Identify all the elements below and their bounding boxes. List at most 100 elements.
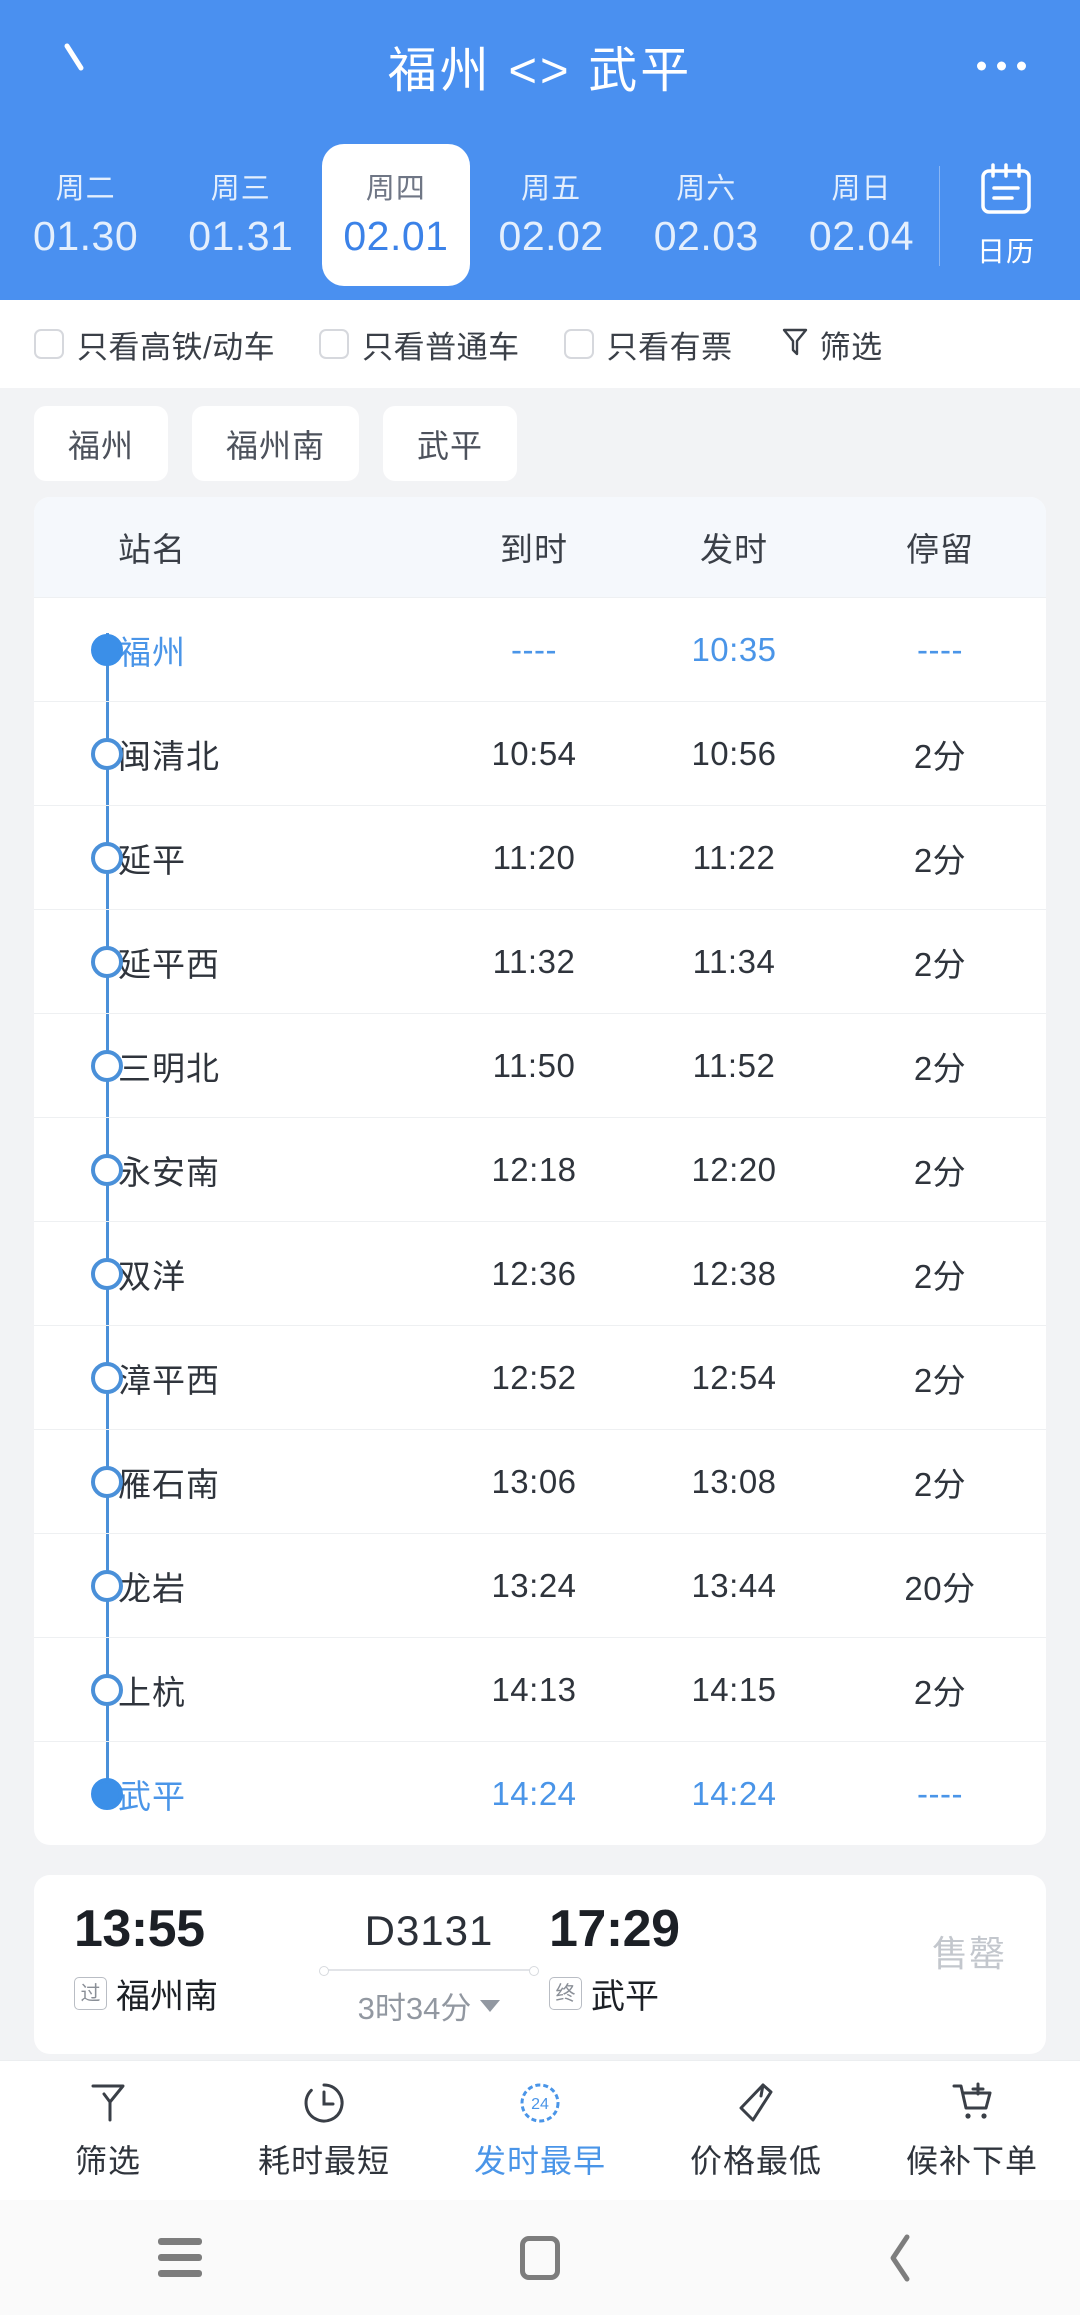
row-departure: 11:52 <box>692 1046 776 1084</box>
table-row[interactable]: 上杭 14:13 14:15 2分 <box>34 1637 1046 1741</box>
checkbox-label: 只看有票 <box>606 329 733 365</box>
station-chip-2[interactable]: 武平 <box>383 406 518 481</box>
table-row[interactable]: 三明北 11:50 11:52 2分 <box>34 1013 1046 1117</box>
checkbox-normal-train[interactable]: 只看普通车 <box>319 322 520 367</box>
calendar-button[interactable]: 日历 <box>940 132 1072 300</box>
row-station-cell: 延平 <box>34 834 434 882</box>
date-tab-1[interactable]: 周三 01.31 <box>167 144 314 286</box>
station-dot-icon <box>91 1777 123 1810</box>
arrival-station-row: 终 武平 <box>549 1969 784 2018</box>
date-tab-weekday: 周六 <box>676 173 737 206</box>
row-arrival: 11:20 <box>492 838 576 876</box>
row-arrival: 12:52 <box>491 1358 577 1396</box>
bottom-toolbar: 筛选 耗时最短 24 发时最早 价格最低 候补下单 <box>0 2060 1080 2200</box>
funnel-icon <box>88 2079 128 2127</box>
row-departure: 13:44 <box>691 1566 777 1604</box>
row-arrival: 12:36 <box>491 1254 577 1292</box>
row-departure: 11:34 <box>692 942 776 980</box>
route-connector <box>319 1966 539 1976</box>
page-title: 福州 <> 武平 <box>387 43 693 98</box>
table-row[interactable]: 延平西 11:32 11:34 2分 <box>34 909 1046 1013</box>
header-top-bar: 福州 <> 武平 <box>0 0 1080 132</box>
toolbar-item-lowest-price[interactable]: 价格最低 <box>648 2079 864 2182</box>
table-row[interactable]: 双洋 12:36 12:38 2分 <box>34 1221 1046 1325</box>
station-chip-row: 福州 福州南 武平 <box>0 388 1080 497</box>
checkbox-box[interactable] <box>563 329 594 359</box>
date-tab-2-selected[interactable]: 周四 02.01 <box>322 144 470 286</box>
table-row[interactable]: 闽清北 10:54 10:56 2分 <box>34 701 1046 805</box>
date-tab-date: 02.01 <box>343 212 449 259</box>
checkbox-box[interactable] <box>319 329 350 359</box>
row-departure: 13:08 <box>691 1462 777 1500</box>
row-arrival: 14:24 <box>491 1774 577 1812</box>
date-tab-4[interactable]: 周六 02.03 <box>633 144 780 286</box>
row-departure: 14:24 <box>691 1774 777 1812</box>
home-icon[interactable] <box>360 2235 720 2280</box>
date-tab-date: 02.02 <box>498 212 604 259</box>
arrival-station: 武平 <box>591 1978 659 2016</box>
column-header-departure: 发时 <box>700 531 768 568</box>
checkbox-box[interactable] <box>34 329 64 359</box>
row-departure: 12:38 <box>691 1254 777 1292</box>
row-stop: 2分 <box>913 945 967 983</box>
row-arrival: 11:50 <box>492 1046 576 1084</box>
column-header-stop: 停留 <box>906 531 974 568</box>
duration-text: 3时34分 <box>357 1991 472 2026</box>
row-station-cell: 永安南 <box>34 1146 434 1194</box>
more-options-icon[interactable] <box>971 42 1032 91</box>
station-dot-icon <box>91 945 123 978</box>
table-row[interactable]: 永安南 12:18 12:20 2分 <box>34 1117 1046 1221</box>
departure-station-row: 过 福州南 <box>74 1969 309 2018</box>
station-chip-1[interactable]: 福州南 <box>192 406 360 481</box>
row-stop: 2分 <box>913 1361 967 1399</box>
calendar-label: 日历 <box>977 236 1036 267</box>
toolbar-label: 筛选 <box>74 2143 141 2179</box>
row-station-cell: 三明北 <box>34 1042 434 1090</box>
checkbox-available-tickets[interactable]: 只看有票 <box>563 322 733 367</box>
table-row[interactable]: 延平 11:20 11:22 2分 <box>34 805 1046 909</box>
back-chevron-icon[interactable] <box>48 31 118 101</box>
table-row[interactable]: 福州 ---- 10:35 ---- <box>34 597 1046 701</box>
table-row[interactable]: 雁石南 13:06 13:08 2分 <box>34 1429 1046 1533</box>
toolbar-item-waitlist-order[interactable]: 候补下单 <box>864 2079 1080 2182</box>
filter-button[interactable]: 筛选 <box>781 322 883 367</box>
filter-bar: 只看高铁/动车 只看普通车 只看有票 筛选 <box>0 300 1080 388</box>
toolbar-label: 发时最早 <box>473 2143 606 2179</box>
recents-icon[interactable] <box>0 2238 360 2277</box>
calendar-icon <box>979 162 1033 223</box>
table-row[interactable]: 武平 14:24 14:24 ---- <box>34 1741 1046 1845</box>
date-selector: 周二 01.30 周三 01.31 周四 02.01 周五 02.02 周六 0… <box>0 132 1080 300</box>
station-dot-icon <box>91 1257 123 1290</box>
recents-bar <box>158 2270 202 2277</box>
toolbar-item-filter[interactable]: 筛选 <box>0 2079 216 2182</box>
train-result-card[interactable]: 13:55 过 福州南 D3131 3时34分 17:29 终 武平 售罄 <box>34 1875 1046 2054</box>
toolbar-item-earliest-departure[interactable]: 24 发时最早 <box>432 2079 648 2182</box>
row-departure: 12:54 <box>691 1358 777 1396</box>
row-arrival: 12:18 <box>491 1150 577 1188</box>
row-stop: ---- <box>917 630 963 668</box>
recents-bar <box>158 2254 202 2261</box>
more-dot <box>997 61 1006 71</box>
row-station-cell: 双洋 <box>34 1250 434 1298</box>
row-stop: 2分 <box>913 1257 967 1295</box>
station-chip-0[interactable]: 福州 <box>34 406 169 481</box>
row-stop: 2分 <box>913 1673 967 1711</box>
toolbar-item-shortest-duration[interactable]: 耗时最短 <box>216 2079 432 2182</box>
date-tab-3[interactable]: 周五 02.02 <box>478 144 625 286</box>
table-row[interactable]: 漳平西 12:52 12:54 2分 <box>34 1325 1046 1429</box>
recents-glyph <box>158 2238 202 2277</box>
price-tag-icon <box>733 2079 779 2127</box>
row-stop: 2分 <box>913 841 967 879</box>
row-arrival: 14:13 <box>491 1670 577 1708</box>
more-dot <box>1017 61 1026 71</box>
home-glyph <box>520 2235 560 2280</box>
checkbox-highspeed[interactable]: 只看高铁/动车 <box>34 322 275 367</box>
train-arrival-block: 17:29 终 武平 <box>549 1903 784 2018</box>
duration-toggle[interactable]: 3时34分 <box>358 1983 501 2028</box>
date-tab-5[interactable]: 周日 02.04 <box>788 144 935 286</box>
back-icon[interactable] <box>720 2232 1080 2284</box>
row-stop: 20分 <box>904 1569 976 1607</box>
row-stop: ---- <box>917 1774 963 1812</box>
table-row[interactable]: 龙岩 13:24 13:44 20分 <box>34 1533 1046 1637</box>
date-tab-0[interactable]: 周二 01.30 <box>12 144 159 286</box>
